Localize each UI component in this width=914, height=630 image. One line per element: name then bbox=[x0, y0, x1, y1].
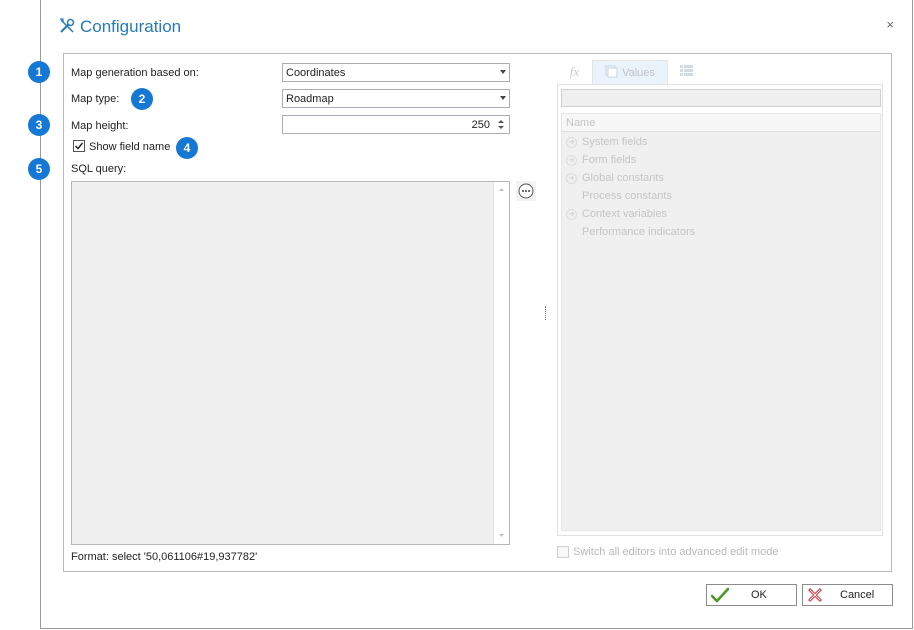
column-header[interactable]: Name bbox=[562, 114, 880, 132]
format-hint: Format: select '50,061106#19,937782' bbox=[71, 551, 258, 563]
list-icon bbox=[679, 65, 693, 79]
tree-item-label: System fields bbox=[582, 136, 648, 148]
map-height-input[interactable]: 250 bbox=[282, 115, 510, 134]
tree-item-system-fields[interactable]: ➔ System fields bbox=[566, 136, 647, 148]
tab-function[interactable]: fx bbox=[557, 60, 592, 84]
step-badge-1: 1 bbox=[28, 61, 50, 83]
cancel-button[interactable]: Cancel bbox=[802, 584, 893, 606]
checkmark-icon bbox=[74, 142, 84, 150]
column-header-label: Name bbox=[566, 116, 596, 129]
chevron-down-icon bbox=[500, 70, 506, 74]
search-input[interactable] bbox=[561, 89, 881, 107]
expand-arrow-icon[interactable]: ➔ bbox=[566, 172, 577, 184]
tree-item-global-constants[interactable]: ➔ Global constants bbox=[566, 172, 664, 184]
more-options-icon[interactable] bbox=[516, 181, 536, 201]
map-height-value: 250 bbox=[471, 118, 490, 131]
tree-item-label: Form fields bbox=[582, 154, 637, 166]
expand-arrow-icon[interactable]: ➔ bbox=[566, 136, 577, 148]
map-height-label: Map height: bbox=[71, 120, 129, 132]
expression-panel: fx Values Name ➔ System fields ➔ Form fi… bbox=[557, 60, 883, 536]
sql-query-label: SQL query: bbox=[71, 163, 127, 175]
tree-item-label: Process constants bbox=[582, 190, 672, 202]
cancel-x-icon bbox=[807, 587, 823, 603]
tree-list: Name ➔ System fields ➔ Form fields ➔ Glo… bbox=[561, 113, 881, 531]
tab-values[interactable]: Values bbox=[592, 60, 668, 84]
tree-item-process-constants[interactable]: Process constants bbox=[582, 190, 672, 202]
show-field-name-checkbox[interactable] bbox=[73, 140, 85, 152]
values-icon bbox=[605, 65, 618, 81]
dialog-title: Configuration bbox=[80, 17, 182, 36]
tools-icon bbox=[58, 17, 76, 38]
expression-tree-pane: Name ➔ System fields ➔ Form fields ➔ Glo… bbox=[557, 84, 883, 536]
splitter-handle[interactable] bbox=[545, 306, 547, 320]
checkmark-icon bbox=[710, 587, 730, 603]
sql-editor-scrollbar[interactable] bbox=[493, 182, 509, 544]
step-badge-2: 2 bbox=[131, 88, 153, 110]
step-badge-4: 4 bbox=[176, 137, 198, 159]
fx-icon: fx bbox=[569, 64, 580, 79]
map-type-label: Map type: bbox=[71, 93, 120, 105]
sql-query-editor[interactable] bbox=[71, 181, 510, 545]
expand-arrow-icon[interactable]: ➔ bbox=[566, 154, 577, 166]
configuration-dialog: Configuration × Map generation based on:… bbox=[40, 0, 913, 629]
expand-arrow-icon[interactable]: ➔ bbox=[566, 208, 577, 220]
ok-button[interactable]: OK bbox=[706, 584, 797, 606]
cancel-label: Cancel bbox=[840, 589, 875, 601]
chevron-down-icon bbox=[500, 96, 506, 100]
advanced-mode-checkbox[interactable] bbox=[557, 546, 569, 558]
tree-item-label: Global constants bbox=[582, 172, 664, 184]
tab-values-label: Values bbox=[622, 66, 655, 79]
tree-item-label: Context variables bbox=[582, 208, 667, 220]
step-badge-5: 5 bbox=[28, 158, 50, 180]
tree-item-performance-indicators[interactable]: Performance indicators bbox=[582, 226, 695, 238]
map-type-dropdown[interactable]: Roadmap bbox=[282, 89, 510, 108]
map-type-value: Roadmap bbox=[286, 92, 334, 105]
show-field-name-label[interactable]: Show field name bbox=[89, 141, 170, 153]
tree-item-form-fields[interactable]: ➔ Form fields bbox=[566, 154, 636, 166]
tree-item-label: Performance indicators bbox=[582, 226, 696, 238]
dialog-title-bar: Configuration bbox=[58, 16, 181, 38]
ok-label: OK bbox=[751, 589, 767, 601]
advanced-mode-label[interactable]: Switch all editors into advanced edit mo… bbox=[573, 546, 778, 558]
step-badge-3: 3 bbox=[28, 114, 50, 136]
map-generation-value: Coordinates bbox=[286, 66, 346, 79]
tree-item-context-variables[interactable]: ➔ Context variables bbox=[566, 208, 667, 220]
close-icon[interactable]: × bbox=[886, 17, 894, 32]
map-generation-label: Map generation based on: bbox=[71, 67, 199, 79]
spinner-icon[interactable] bbox=[495, 117, 507, 132]
map-generation-dropdown[interactable]: Coordinates bbox=[282, 63, 510, 82]
tab-list[interactable] bbox=[668, 60, 704, 84]
settings-panel: Map generation based on: Coordinates Map… bbox=[63, 53, 892, 572]
